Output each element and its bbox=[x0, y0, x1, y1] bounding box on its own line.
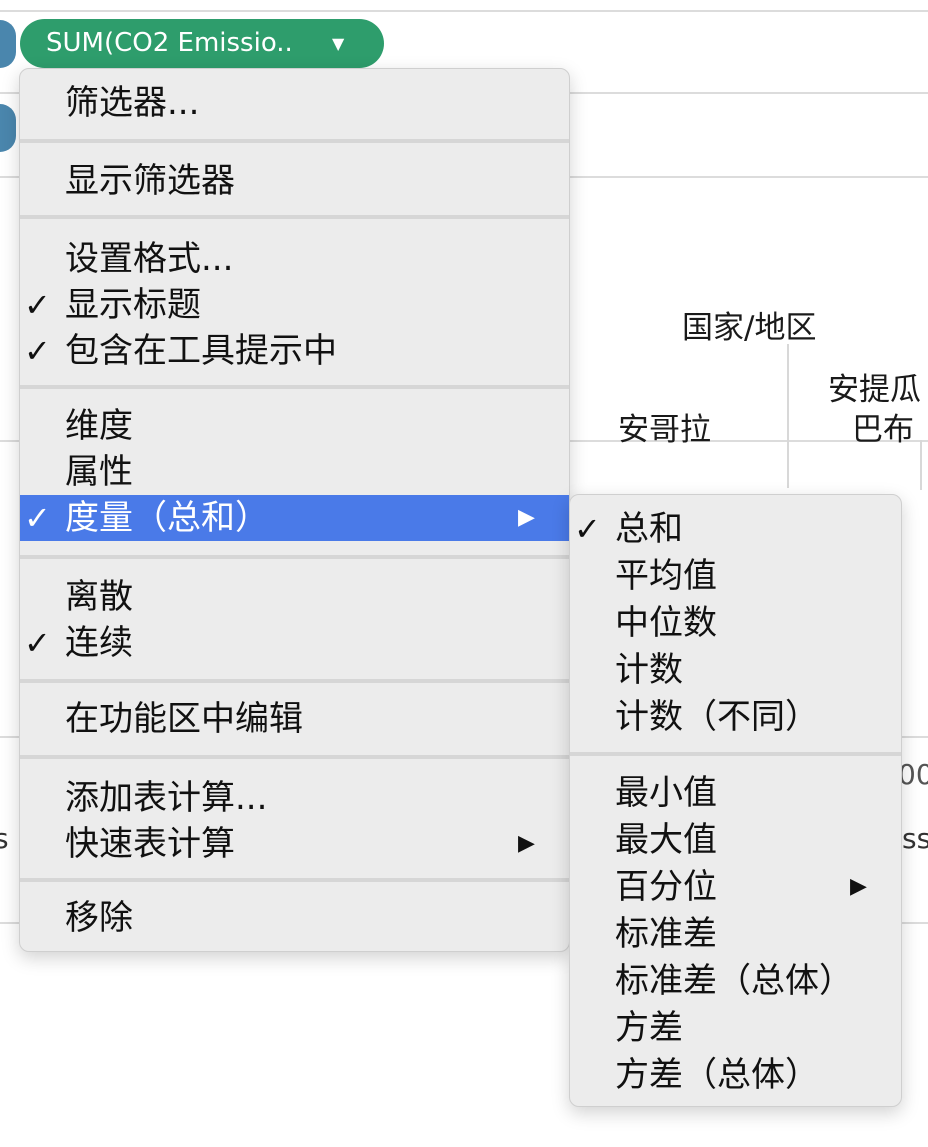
submenu-item-count-distinct[interactable]: 计数（不同） bbox=[570, 694, 901, 740]
submenu-item-percentile[interactable]: 百分位 ▶ bbox=[570, 864, 901, 910]
menu-item-label: 方差 bbox=[615, 1008, 683, 1048]
menu-item-label: 计数（不同） bbox=[615, 697, 819, 737]
menu-item-label: 维度 bbox=[65, 406, 133, 446]
country-header: 安哥拉 bbox=[618, 412, 711, 448]
menu-item-label: 显示标题 bbox=[65, 285, 201, 325]
menu-item-label: 设置格式... bbox=[65, 239, 234, 279]
menu-item-dimension[interactable]: 维度 bbox=[20, 403, 569, 449]
country-header: 安提瓜 bbox=[828, 372, 921, 408]
menu-item-show-header[interactable]: ✓ 显示标题 bbox=[20, 282, 569, 328]
menu-item-include-in-tooltip[interactable]: ✓ 包含在工具提示中 bbox=[20, 328, 569, 374]
menu-item-label: 方差（总体） bbox=[615, 1055, 819, 1095]
menu-item-continuous[interactable]: ✓ 连续 bbox=[20, 620, 569, 666]
column-divider bbox=[787, 344, 789, 488]
menu-item-label: 最小值 bbox=[615, 773, 717, 813]
menu-item-add-table-calculation[interactable]: 添加表计算... bbox=[20, 775, 569, 821]
menu-item-label: 显示筛选器 bbox=[65, 161, 235, 201]
menu-item-label: 移除 bbox=[65, 898, 133, 938]
menu-item-label: 添加表计算... bbox=[65, 778, 268, 818]
submenu-arrow-icon: ▶ bbox=[850, 874, 867, 899]
menu-item-label: 平均值 bbox=[615, 556, 717, 596]
menu-item-label: 在功能区中编辑 bbox=[65, 699, 303, 739]
checkmark-icon: ✓ bbox=[24, 286, 51, 324]
menu-item-label: 中位数 bbox=[615, 603, 717, 643]
chevron-down-icon[interactable]: ▼ bbox=[332, 19, 344, 68]
tableau-worksheet: SUM(CO2 Emissio.. ▼ 国家/地区 安哥拉 安提瓜 巴布 00 … bbox=[0, 0, 928, 1147]
menu-item-discrete[interactable]: 离散 bbox=[20, 574, 569, 620]
menu-item-label: 计数 bbox=[615, 650, 683, 690]
pill-label: SUM(CO2 Emissio.. bbox=[46, 28, 293, 58]
menu-item-label: 总和 bbox=[615, 509, 683, 549]
menu-separator bbox=[20, 755, 569, 759]
submenu-item-std-dev-population[interactable]: 标准差（总体） bbox=[570, 958, 901, 1004]
menu-item-label: 筛选器... bbox=[65, 83, 200, 123]
submenu-item-variance[interactable]: 方差 bbox=[570, 1005, 901, 1051]
menu-separator bbox=[20, 385, 569, 389]
submenu-item-minimum[interactable]: 最小值 bbox=[570, 770, 901, 816]
submenu-item-variance-population[interactable]: 方差（总体） bbox=[570, 1052, 901, 1098]
submenu-item-sum[interactable]: ✓ 总和 bbox=[570, 506, 901, 552]
shelf-divider bbox=[0, 10, 928, 12]
checkmark-icon: ✓ bbox=[24, 332, 51, 370]
column-divider bbox=[920, 440, 922, 490]
menu-item-filter[interactable]: 筛选器... bbox=[20, 80, 569, 126]
menu-item-label: 百分位 bbox=[615, 867, 717, 907]
aggregation-submenu: ✓ 总和平均值中位数计数计数（不同） 最小值最大值百分位 ▶ 标准差标准差（总体） 方差方… bbox=[569, 494, 902, 1107]
menu-item-label: 属性 bbox=[65, 452, 133, 492]
menu-item-label: 最大值 bbox=[615, 820, 717, 860]
row-label-fragment: ss bbox=[902, 822, 928, 855]
submenu-arrow-icon: ▶ bbox=[518, 505, 535, 530]
menu-item-label: 连续 bbox=[65, 623, 133, 663]
submenu-item-maximum[interactable]: 最大值 bbox=[570, 817, 901, 863]
menu-item-attribute[interactable]: 属性 bbox=[20, 449, 569, 495]
menu-item-measure-sum[interactable]: ✓ 度量（总和） ▶ bbox=[20, 495, 569, 541]
menu-item-label: 包含在工具提示中 bbox=[65, 331, 337, 371]
submenu-arrow-icon: ▶ bbox=[518, 831, 535, 856]
rows-shelf-pill[interactable] bbox=[0, 104, 16, 152]
submenu-item-count[interactable]: 计数 bbox=[570, 647, 901, 693]
submenu-item-median[interactable]: 中位数 bbox=[570, 600, 901, 646]
menu-separator bbox=[20, 878, 569, 882]
submenu-item-average[interactable]: 平均值 bbox=[570, 553, 901, 599]
menu-item-edit-in-shelf[interactable]: 在功能区中编辑 bbox=[20, 696, 569, 742]
menu-separator bbox=[20, 555, 569, 559]
sum-co2-pill[interactable]: SUM(CO2 Emissio.. ▼ bbox=[20, 19, 384, 68]
columns-shelf-pill[interactable] bbox=[0, 20, 16, 68]
axis-tick-fragment: 00 bbox=[898, 758, 928, 791]
checkmark-icon: ✓ bbox=[24, 624, 51, 662]
pill-context-menu: 筛选器... 显示筛选器设置格式... ✓ 显示标题 ✓ 包含在工具提示中 维度属性 ✓ 度量（… bbox=[19, 68, 570, 952]
menu-item-label: 标准差（总体） bbox=[615, 961, 853, 1001]
country-header: 巴布 bbox=[852, 412, 914, 448]
menu-item-quick-table-calculation[interactable]: 快速表计算 ▶ bbox=[20, 821, 569, 867]
checkmark-icon: ✓ bbox=[24, 499, 51, 537]
menu-item-remove[interactable]: 移除 bbox=[20, 895, 569, 941]
checkmark-icon: ✓ bbox=[574, 510, 601, 548]
submenu-item-std-dev[interactable]: 标准差 bbox=[570, 911, 901, 957]
menu-item-label: 快速表计算 bbox=[65, 824, 235, 864]
menu-separator bbox=[570, 752, 901, 756]
menu-separator bbox=[20, 679, 569, 683]
menu-item-show-filter[interactable]: 显示筛选器 bbox=[20, 158, 569, 204]
menu-item-label: 度量（总和） bbox=[65, 498, 269, 538]
menu-separator bbox=[20, 139, 569, 143]
menu-item-label: 离散 bbox=[65, 577, 133, 617]
menu-item-label: 标准差 bbox=[615, 914, 717, 954]
menu-item-format[interactable]: 设置格式... bbox=[20, 236, 569, 282]
column-header-title: 国家/地区 bbox=[682, 310, 817, 346]
menu-separator bbox=[20, 215, 569, 219]
